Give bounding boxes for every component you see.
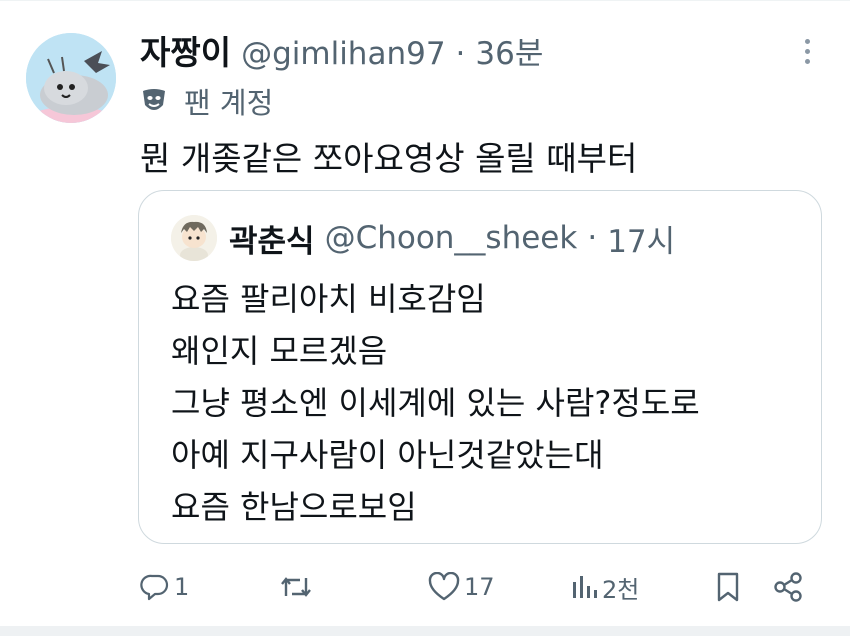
quoted-timestamp: 17시 — [607, 223, 676, 260]
reply-count: 1 — [174, 573, 190, 601]
fan-account-label: 팬 계정 — [184, 86, 274, 120]
quoted-user-handle: @Choon__sheek — [324, 220, 578, 256]
bookmark-button[interactable] — [714, 565, 742, 609]
quoted-tweet[interactable]: 곽춘식 @Choon__sheek · 17시 요즘 팔리아치 비호감임 왜인지… — [138, 190, 822, 544]
avatar[interactable] — [26, 33, 116, 123]
bottom-divider — [0, 626, 850, 636]
display-name[interactable]: 자짱이 — [140, 26, 231, 74]
quoted-text-line: 요즘 한남으로보임 — [171, 488, 417, 526]
timestamp[interactable]: 36분 — [475, 28, 543, 73]
theater-mask-icon — [143, 89, 165, 110]
more-options-icon[interactable] — [792, 34, 822, 70]
like-count: 17 — [464, 573, 495, 601]
views-chart-icon — [573, 576, 597, 598]
tweet-actions-bar: 1 17 2천 — [0, 565, 850, 609]
views-button[interactable]: 2천 — [570, 565, 639, 609]
quoted-text-line: 아예 지구사람이 아닌것같았는대 — [171, 436, 604, 474]
quoted-tweet-header: 곽춘식 @Choon__sheek · 17시 — [171, 215, 675, 261]
separator-dot: · — [455, 36, 466, 72]
heart-icon — [428, 572, 460, 601]
share-button[interactable] — [772, 565, 804, 609]
bookmark-icon — [717, 572, 739, 602]
reply-button[interactable]: 1 — [140, 565, 189, 609]
quoted-avatar[interactable] — [171, 215, 217, 261]
tweet-header: 자짱이 @gimlihan97 · 36분 — [140, 26, 543, 74]
quoted-separator-dot: · — [587, 220, 598, 256]
fan-account-badge: 팬 계정 — [140, 80, 273, 122]
retweet-icon — [281, 577, 311, 597]
views-count: 2천 — [602, 575, 640, 604]
like-button[interactable]: 17 — [428, 565, 495, 609]
share-icon — [774, 572, 802, 602]
user-handle[interactable]: @gimlihan97 — [241, 36, 445, 72]
quoted-display-name: 곽춘식 — [229, 223, 315, 260]
quoted-text-line: 요즘 팔리아치 비호감임 — [171, 280, 486, 318]
quoted-text-line: 그냥 평소엔 이세계에 있는 사람?정도로 — [171, 384, 700, 422]
reply-icon — [140, 574, 169, 601]
tweet-text: 뭔 개좆같은 쪼아요영상 올릴 때부터 — [140, 139, 638, 178]
quoted-tweet-text: 요즘 팔리아치 비호감임 왜인지 모르겠음 그냥 평소엔 이세계에 있는 사람?… — [171, 273, 700, 533]
retweet-button[interactable] — [280, 565, 316, 609]
top-divider — [0, 0, 850, 1]
quoted-text-line: 왜인지 모르겠음 — [171, 332, 388, 370]
